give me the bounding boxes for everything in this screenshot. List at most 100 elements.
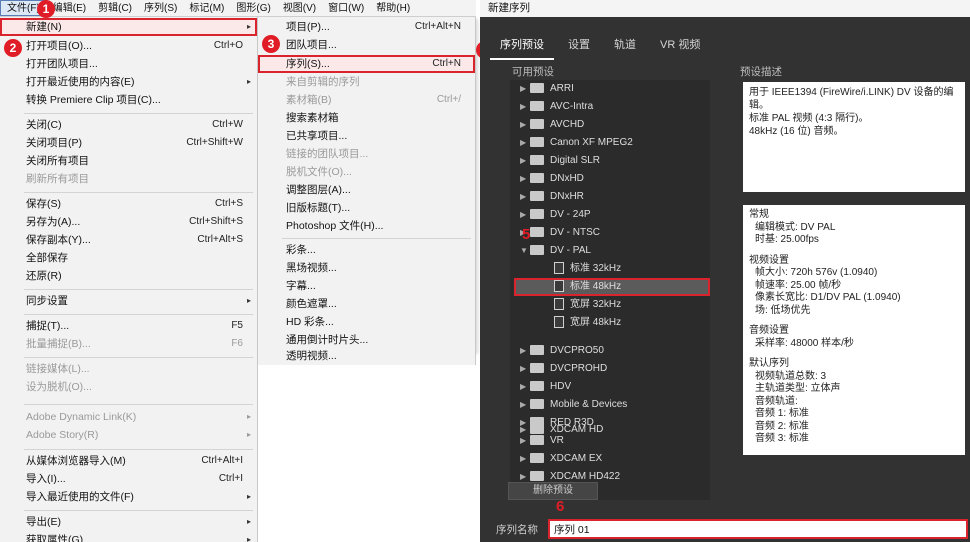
menu-item-save[interactable]: 保存(S) Ctrl+S <box>0 195 257 213</box>
folder-open-icon <box>530 245 544 256</box>
chevron-right-icon[interactable]: ▶ <box>520 360 530 378</box>
menu-item-revert[interactable]: 还原(R) <box>0 267 257 285</box>
menu-separator <box>24 192 253 193</box>
submenu-item-photoshop-file[interactable]: Photoshop 文件(H)... <box>258 217 475 235</box>
menu-item-save-as[interactable]: 另存为(A)... Ctrl+Shift+S <box>0 213 257 231</box>
menu-item-close[interactable]: 关闭(C) Ctrl+W <box>0 116 257 134</box>
tab-vr-video[interactable]: VR 视频 <box>650 30 710 60</box>
submenu-item-adjustment-layer[interactable]: 调整图层(A)... <box>258 181 475 199</box>
chevron-right-icon[interactable]: ▶ <box>520 206 530 224</box>
menu-item-save-copy[interactable]: 保存副本(Y)... Ctrl+Alt+S <box>0 231 257 249</box>
sequence-name-input[interactable] <box>548 519 968 539</box>
menu-item-open-recent[interactable]: 打开最近使用的内容(E) ▸ <box>0 73 257 91</box>
menu-item-save-all[interactable]: 全部保存 <box>0 249 257 267</box>
menu-item-label: 捕捉(T)... <box>26 320 70 332</box>
menu-item-export[interactable]: 导出(E) ▸ <box>0 513 257 531</box>
menu-item-close-project[interactable]: 关闭项目(P) Ctrl+Shift+W <box>0 134 257 152</box>
menu-item-label: 序列(S)... <box>286 58 330 70</box>
chevron-right-icon[interactable]: ▶ <box>520 188 530 206</box>
tree-folder-open[interactable]: ▼ DV - PAL <box>520 242 591 260</box>
menu-item-open-project[interactable]: 打开项目(O)... Ctrl+O <box>0 37 257 55</box>
menu-clip[interactable]: 剪辑(C) <box>92 0 138 16</box>
chevron-right-icon[interactable]: ▶ <box>520 396 530 414</box>
tree-folder[interactable]: ▶ HDV <box>520 378 571 396</box>
chevron-right-icon[interactable]: ▶ <box>520 134 530 152</box>
submenu-item-team-project[interactable]: 团队项目... <box>258 36 475 54</box>
chevron-right-icon[interactable]: ▶ <box>520 378 530 396</box>
tree-folder[interactable]: ▶ AVC-Intra <box>520 98 593 116</box>
tab-settings[interactable]: 设置 <box>558 30 600 60</box>
menu-item-sync-settings[interactable]: 同步设置 ▸ <box>0 292 257 310</box>
tree-folder[interactable]: ▶ DNxHR <box>520 188 584 206</box>
menu-window[interactable]: 窗口(W) <box>322 0 370 16</box>
callout-6: 6 <box>556 498 565 515</box>
submenu-item-sequence[interactable]: 序列(S)... Ctrl+N <box>258 55 475 73</box>
submenu-item-project[interactable]: 项目(P)... Ctrl+Alt+N <box>258 18 475 36</box>
tree-preset-file[interactable]: 标准 32kHz <box>554 260 621 278</box>
info-line: 编辑模式: DV PAL <box>755 221 836 233</box>
menu-view[interactable]: 视图(V) <box>277 0 322 16</box>
chevron-down-icon[interactable]: ▼ <box>520 242 530 260</box>
chevron-right-icon[interactable]: ▶ <box>520 152 530 170</box>
submenu-item-legacy-title[interactable]: 旧版标题(T)... <box>258 199 475 217</box>
tab-sequence-presets[interactable]: 序列预设 <box>490 30 554 60</box>
submenu-item-color-matte[interactable]: 颜色遮罩... <box>258 295 475 313</box>
tab-tracks[interactable]: 轨道 <box>604 30 646 60</box>
submenu-item-caption[interactable]: 字幕... <box>258 277 475 295</box>
tree-folder[interactable]: ▶ XDCAM HD <box>520 421 603 439</box>
menu-item-import-recent[interactable]: 导入最近使用的文件(F) ▸ <box>0 488 257 506</box>
chevron-right-icon[interactable]: ▶ <box>520 170 530 188</box>
tree-preset-file-selected[interactable]: 标准 48kHz <box>514 278 710 296</box>
menu-item-label: 打开项目(O)... <box>26 40 92 52</box>
folder-icon <box>530 471 544 482</box>
menu-item-import-media-browser[interactable]: 从媒体浏览器导入(M) Ctrl+Alt+I <box>0 452 257 470</box>
chevron-right-icon[interactable]: ▶ <box>520 342 530 360</box>
submenu-arrow-icon: ▸ <box>246 77 251 86</box>
tree-preset-file[interactable]: 宽屏 32kHz <box>554 296 621 314</box>
folder-icon <box>530 155 544 166</box>
tree-folder[interactable]: ▶ Mobile & Devices <box>520 396 627 414</box>
menu-item-import[interactable]: 导入(I)... Ctrl+I <box>0 470 257 488</box>
menu-item-capture[interactable]: 捕捉(T)... F5 <box>0 317 257 335</box>
chevron-right-icon[interactable]: ▶ <box>520 450 530 468</box>
menu-graphics[interactable]: 图形(G) <box>230 0 276 16</box>
delete-preset-button[interactable]: 删除预设 <box>508 482 598 500</box>
menu-item-label: 另存为(A)... <box>26 216 81 228</box>
menu-item-label: 批量捕捉(B)... <box>26 338 91 350</box>
menu-item-convert-clip[interactable]: 转换 Premiere Clip 项目(C)... <box>0 91 257 109</box>
menu-markers[interactable]: 标记(M) <box>183 0 230 16</box>
tree-label: ARRI <box>550 83 574 94</box>
menu-sequence[interactable]: 序列(S) <box>138 0 183 16</box>
tree-folder[interactable]: ▶ DV - 24P <box>520 206 591 224</box>
submenu-item-hd-bars[interactable]: HD 彩条... <box>258 313 475 331</box>
tree-folder[interactable]: ▶ ARRI <box>520 80 574 98</box>
chevron-right-icon[interactable]: ▶ <box>520 116 530 134</box>
chevron-right-icon[interactable]: ▶ <box>520 421 530 439</box>
tree-folder[interactable]: ▶ AVCHD <box>520 116 584 134</box>
info-line: 帧速率: 25.00 帧/秒 <box>755 279 842 291</box>
menu-item-close-all[interactable]: 关闭所有项目 <box>0 152 257 170</box>
menu-item-open-team-project[interactable]: 打开团队项目... <box>0 55 257 73</box>
tree-folder[interactable]: ▶ XDCAM EX <box>520 450 602 468</box>
submenu-item-search-bin[interactable]: 搜索素材箱 <box>258 109 475 127</box>
submenu-item-transparent-video[interactable]: 透明视频... <box>258 347 476 365</box>
menu-separator <box>24 314 253 315</box>
menu-item-get-properties[interactable]: 获取属性(G) ▸ <box>0 531 257 542</box>
menu-item-label: 旧版标题(T)... <box>286 202 351 214</box>
tree-folder[interactable]: ▶ DV - NTSC <box>520 224 600 242</box>
submenu-item-bars-tone[interactable]: 彩条... <box>258 241 475 259</box>
chevron-right-icon[interactable]: ▶ <box>520 98 530 116</box>
submenu-item-shared-project[interactable]: 已共享项目... <box>258 127 475 145</box>
submenu-item-black-video[interactable]: 黑场视频... <box>258 259 475 277</box>
tree-folder[interactable]: ▶ Canon XF MPEG2 <box>520 134 633 152</box>
tree-folder[interactable]: ▶ DVCPRO50 <box>520 342 604 360</box>
tree-folder[interactable]: ▶ DNxHD <box>520 170 584 188</box>
tree-folder[interactable]: ▶ Digital SLR <box>520 152 600 170</box>
menu-help[interactable]: 帮助(H) <box>370 0 416 16</box>
tree-label: HDV <box>550 381 572 392</box>
tree-folder[interactable]: ▶ DVCPROHD <box>520 360 607 378</box>
chevron-right-icon[interactable]: ▶ <box>520 80 530 98</box>
menu-item-new[interactable]: 新建(N) ▸ <box>0 18 257 36</box>
tree-preset-file[interactable]: 宽屏 48kHz <box>554 314 621 332</box>
info-heading: 视频设置 <box>749 254 789 266</box>
